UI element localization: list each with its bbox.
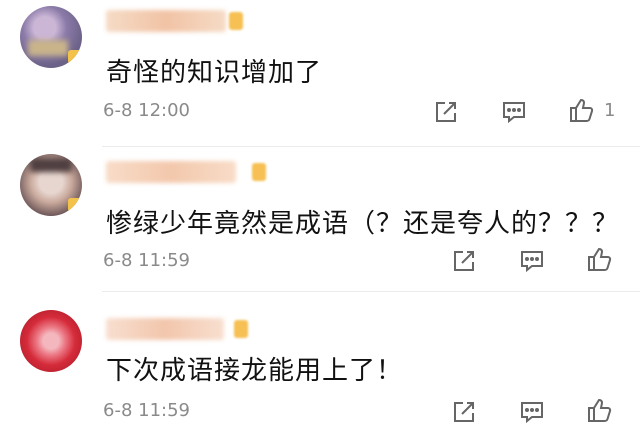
share-icon[interactable]: [450, 398, 478, 426]
username-blurred[interactable]: [106, 161, 236, 183]
comment-text: 奇怪的知识增加了: [106, 58, 323, 88]
avatar[interactable]: [20, 6, 82, 68]
level-badge-icon: [234, 320, 248, 338]
comment-item: 惨绿少年竟然是成语（？还是夸人的？？？ 6-8 11:59: [0, 147, 640, 291]
thumbs-up-icon[interactable]: [585, 245, 613, 273]
thumbs-up-icon[interactable]: [567, 96, 595, 124]
comment-text: 下次成语接龙能用上了！: [106, 356, 404, 386]
avatar[interactable]: [20, 154, 82, 216]
avatar[interactable]: [20, 310, 82, 372]
level-badge-icon: [252, 163, 266, 181]
vip-badge-icon: [68, 198, 82, 212]
like-count: 1: [604, 100, 616, 121]
level-badge-icon: [229, 12, 243, 30]
comment-item: 下次成语接龙能用上了！ 6-8 11:59: [0, 292, 640, 439]
comment-time: 6-8 12:00: [103, 100, 190, 121]
comment-icon[interactable]: [500, 98, 528, 126]
comment-icon[interactable]: [518, 247, 546, 275]
share-icon[interactable]: [450, 247, 478, 275]
username-blurred[interactable]: [106, 318, 224, 340]
comment-icon[interactable]: [518, 398, 546, 426]
comment-text: 惨绿少年竟然是成语（？还是夸人的？？？: [106, 209, 620, 239]
comment-item: 奇怪的知识增加了 6-8 12:00 1: [0, 0, 640, 146]
share-icon[interactable]: [432, 98, 460, 126]
comment-time: 6-8 11:59: [103, 400, 190, 421]
comment-time: 6-8 11:59: [103, 250, 190, 271]
vip-badge-icon: [68, 50, 82, 64]
thumbs-up-icon[interactable]: [585, 396, 613, 424]
username-blurred[interactable]: [106, 10, 226, 32]
